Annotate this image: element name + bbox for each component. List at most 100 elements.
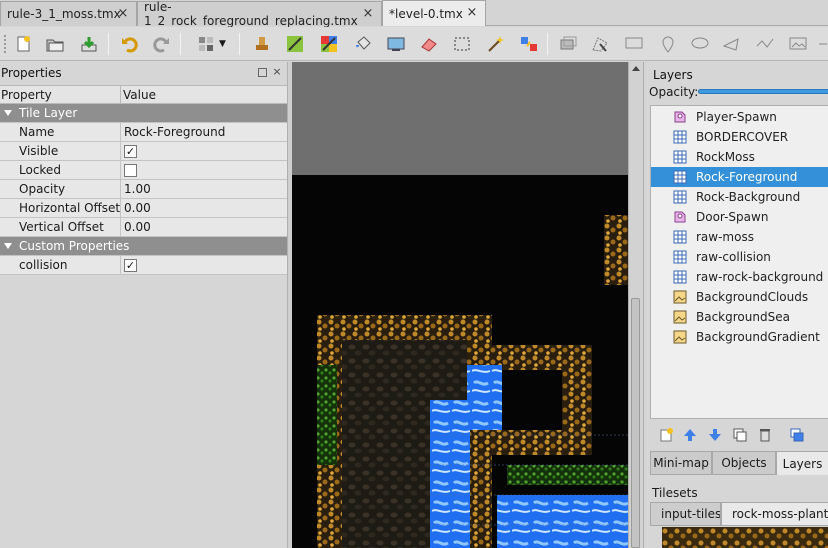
property-label: collision <box>19 258 68 272</box>
layer-label: raw-moss <box>696 230 754 244</box>
header-property[interactable]: Property <box>1 88 52 102</box>
layer-item-raw-rock-background[interactable]: raw-rock-background <box>651 267 828 287</box>
group-custom-properties[interactable]: Custom Properties <box>0 237 287 256</box>
insert-tile-icon[interactable] <box>556 32 580 56</box>
opacity-slider[interactable] <box>698 89 828 94</box>
insert-image-icon[interactable] <box>786 32 810 56</box>
collapse-triangle-icon[interactable] <box>4 110 12 116</box>
layer-item-bordercover[interactable]: BORDERCOVER <box>651 127 828 147</box>
eraser-icon[interactable] <box>417 32 441 56</box>
close-icon[interactable]: × <box>116 7 130 21</box>
properties-title: Properties <box>1 66 62 80</box>
visible-checkbox[interactable]: ✓ <box>124 145 137 158</box>
close-icon[interactable]: × <box>271 66 283 78</box>
layer-item-background-clouds[interactable]: BackgroundClouds <box>651 287 828 307</box>
property-row-name[interactable]: Name Rock-Foreground <box>0 123 287 142</box>
select-same-tile-icon[interactable] <box>517 32 541 56</box>
property-row-visible[interactable]: Visible ✓ <box>0 142 287 161</box>
scroll-up-icon[interactable] <box>632 66 640 71</box>
property-value-vertical-offset[interactable]: 0.00 <box>124 220 151 234</box>
insert-rectangle-icon[interactable] <box>622 32 646 56</box>
property-row-opacity[interactable]: Opacity 1.00 <box>0 180 287 199</box>
property-row-vertical-offset[interactable]: Vertical Offset 0.00 <box>0 218 287 237</box>
property-label: Opacity <box>19 182 66 196</box>
layer-item-background-sea[interactable]: BackgroundSea <box>651 307 828 327</box>
insert-ellipse-icon[interactable] <box>688 32 712 56</box>
property-row-locked[interactable]: Locked <box>0 161 287 180</box>
save-icon[interactable] <box>77 32 101 56</box>
tab-level-0[interactable]: *level-0.tmx × <box>382 0 486 26</box>
layer-label: Rock-Foreground <box>696 170 798 184</box>
random-icon[interactable] <box>317 32 341 56</box>
layer-item-door-spawn[interactable]: Door-Spawn <box>651 207 828 227</box>
tileset-preview[interactable] <box>662 527 828 548</box>
tab-rule-1-2-rock-foreground[interactable]: rule-1_2_rock_foreground_replacing.tmx × <box>137 0 382 28</box>
toolbar-separator <box>547 33 548 55</box>
tab-objects[interactable]: Objects <box>712 451 776 475</box>
insert-polyline-icon[interactable] <box>753 32 777 56</box>
map-area[interactable] <box>292 175 628 548</box>
open-file-icon[interactable] <box>43 32 67 56</box>
layer-item-rock-background[interactable]: Rock-Background <box>651 187 828 207</box>
layer-item-rockmoss[interactable]: RockMoss <box>651 147 828 167</box>
property-label: Locked <box>19 163 61 177</box>
main-toolbar: ▼ <box>0 27 828 61</box>
duplicate-layer-icon[interactable] <box>731 426 749 444</box>
collapse-triangle-icon[interactable] <box>4 243 12 249</box>
property-row-horizontal-offset[interactable]: Horizontal Offset 0.00 <box>0 199 287 218</box>
rectangular-select-icon[interactable] <box>450 32 474 56</box>
close-icon[interactable]: × <box>465 6 479 20</box>
group-tile-layer[interactable]: Tile Layer <box>0 104 287 123</box>
redo-icon[interactable] <box>149 32 173 56</box>
locked-checkbox[interactable] <box>124 164 137 177</box>
automapping-icon[interactable]: ▼ <box>191 32 231 56</box>
tab-mini-map[interactable]: Mini-map <box>650 451 712 475</box>
image-layer-icon <box>673 290 687 304</box>
new-map-icon[interactable] <box>12 32 36 56</box>
toolbar-grip[interactable] <box>4 35 7 53</box>
tab-input-tiles[interactable]: input-tiles <box>650 502 721 526</box>
layers-panel: Layers Opacity: Player-Spawn BORDERCOVER… <box>643 62 828 548</box>
lower-layer-icon[interactable] <box>706 426 724 444</box>
undo-icon[interactable] <box>118 32 142 56</box>
tile-layer-icon <box>673 190 687 204</box>
layer-item-background-gradient[interactable]: BackgroundGradient <box>651 327 828 347</box>
column-divider[interactable] <box>120 86 121 104</box>
layer-item-raw-moss[interactable]: raw-moss <box>651 227 828 247</box>
header-value[interactable]: Value <box>123 88 156 102</box>
overflow-icon[interactable] <box>817 32 828 56</box>
bucket-fill-icon[interactable] <box>351 32 375 56</box>
tab-rock-moss-plants[interactable]: rock-moss-plants-do <box>721 502 828 526</box>
collision-checkbox[interactable]: ✓ <box>124 259 137 272</box>
column-divider <box>120 161 121 180</box>
properties-panel: Properties × Property Value Tile Layer N… <box>0 62 287 548</box>
float-panel-icon[interactable] <box>258 68 267 77</box>
close-icon[interactable]: × <box>361 7 375 21</box>
tab-layers[interactable]: Layers <box>776 451 828 475</box>
map-canvas[interactable] <box>292 62 628 548</box>
scrollbar-thumb[interactable] <box>631 298 640 548</box>
tab-rule-3-1-moss[interactable]: rule-3_1_moss.tmx × <box>0 1 137 26</box>
magic-wand-icon[interactable] <box>483 32 507 56</box>
insert-polygon-icon[interactable] <box>720 32 744 56</box>
property-row-collision[interactable]: collision ✓ <box>0 256 287 275</box>
remove-layer-icon[interactable] <box>756 426 774 444</box>
insert-point-icon[interactable] <box>656 32 680 56</box>
canvas-vertical-scrollbar[interactable] <box>628 62 642 548</box>
property-value-opacity[interactable]: 1.00 <box>124 182 151 196</box>
column-divider <box>120 199 121 218</box>
layer-item-raw-collision[interactable]: raw-collision <box>651 247 828 267</box>
raise-layer-icon[interactable] <box>681 426 699 444</box>
add-layer-icon[interactable] <box>658 426 676 444</box>
stamp-brush-icon[interactable] <box>250 32 274 56</box>
property-value-name[interactable]: Rock-Foreground <box>124 125 225 139</box>
edit-polygon-icon[interactable] <box>588 32 612 56</box>
tab-label: rock-moss-plants-do <box>732 507 828 521</box>
tab-label: Objects <box>721 456 767 470</box>
terrain-brush-icon[interactable] <box>283 32 307 56</box>
toggle-layers-icon[interactable] <box>788 426 806 444</box>
layer-item-rock-foreground[interactable]: Rock-Foreground <box>651 167 828 187</box>
layer-item-player-spawn[interactable]: Player-Spawn <box>651 107 828 127</box>
property-value-horizontal-offset[interactable]: 0.00 <box>124 201 151 215</box>
shape-fill-icon[interactable] <box>384 32 408 56</box>
